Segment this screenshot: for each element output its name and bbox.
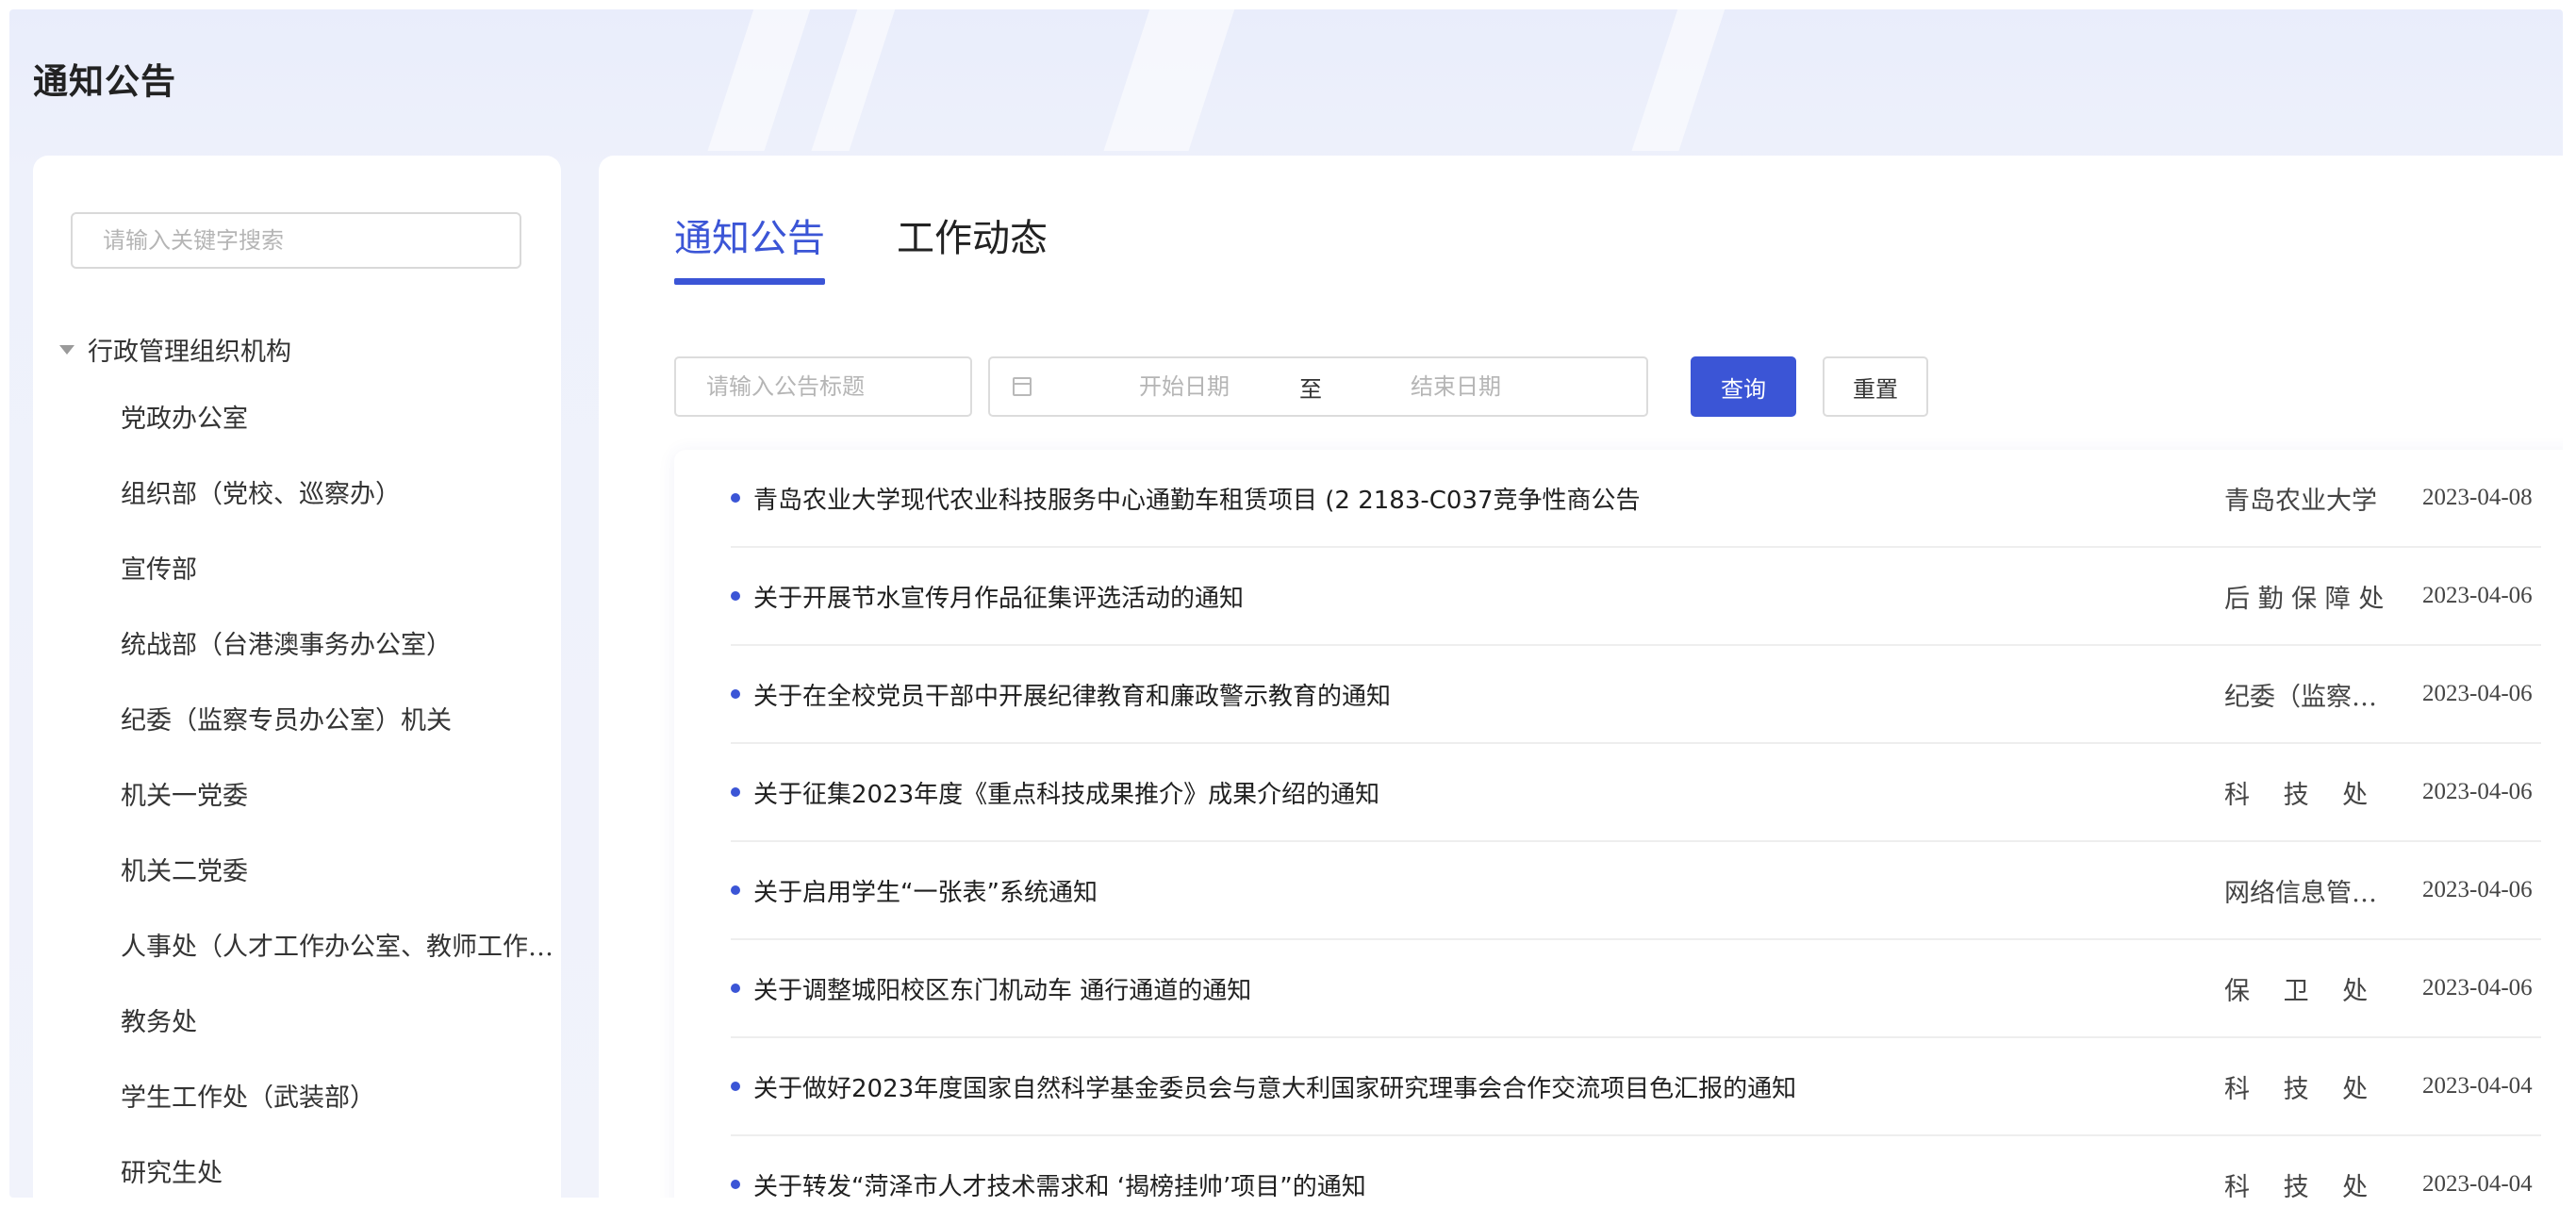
bullet-icon xyxy=(731,1082,740,1091)
bullet-icon xyxy=(731,787,740,797)
bullet-icon xyxy=(731,493,740,503)
bullet-icon xyxy=(731,591,740,601)
notice-dept: 保 卫 处 xyxy=(2224,976,2369,1006)
calendar-icon xyxy=(1013,377,1032,396)
tree-root[interactable]: 行政管理组织机构 xyxy=(56,331,291,368)
notice-list: 青岛农业大学现代农业科技服务中心通勤车租赁项目 (2 2183-C037竞争性商… xyxy=(674,450,2563,1198)
notice-title[interactable]: 青岛农业大学现代农业科技服务中心通勤车租赁项目 (2 2183-C037竞争性商… xyxy=(753,481,2224,516)
tree-item[interactable]: 纪委（监察专员办公室）机关 xyxy=(33,684,561,759)
tree-item[interactable]: 研究生处 xyxy=(33,1136,561,1198)
caret-down-icon[interactable] xyxy=(59,344,74,355)
notice-dept: 青岛农业大学 xyxy=(2224,486,2377,516)
tree-item[interactable]: 宣传部 xyxy=(33,533,561,608)
query-button[interactable]: 查询 xyxy=(1691,356,1796,417)
sidebar-panel: 行政管理组织机构 党政办公室 组织部（党校、巡察办） 宣传部 统战部（台港澳事务… xyxy=(33,156,561,1198)
notice-row[interactable]: 关于做好2023年度国家自然科学基金委员会与意大利国家研究理事会合作交流项目色汇… xyxy=(731,1038,2541,1136)
bullet-icon xyxy=(731,689,740,699)
notice-title-input[interactable] xyxy=(674,356,972,417)
bullet-icon xyxy=(731,885,740,895)
notice-title[interactable]: 关于调整城阳校区东门机动车 通行通道的通知 xyxy=(753,971,2224,1006)
notice-title[interactable]: 关于启用学生“一张表”系统通知 xyxy=(753,873,2224,908)
notice-date: 2023-04-04 xyxy=(2422,1171,2533,1197)
tree-item[interactable]: 统战部（台港澳事务办公室） xyxy=(33,608,561,684)
notice-date: 2023-04-06 xyxy=(2422,779,2533,804)
notice-date: 2023-04-06 xyxy=(2422,583,2533,608)
bullet-icon xyxy=(731,1180,740,1189)
notice-dept: 网络信息管… xyxy=(2224,878,2377,908)
tree-item[interactable]: 党政办公室 xyxy=(33,382,561,457)
page-title: 通知公告 xyxy=(33,61,176,102)
notice-dept: 纪委（监察… xyxy=(2224,682,2377,712)
tab-bar: 通知公告 工作动态 xyxy=(674,207,1119,285)
notice-row[interactable]: 关于征集2023年度《重点科技成果推介》成果介绍的通知 科 技 处 2023-0… xyxy=(731,744,2541,842)
date-separator: 至 xyxy=(1299,375,1322,403)
notice-date: 2023-04-06 xyxy=(2422,975,2533,1000)
tree-item[interactable]: 学生工作处（武装部） xyxy=(33,1061,561,1136)
notice-row[interactable]: 关于调整城阳校区东门机动车 通行通道的通知 保 卫 处 2023-04-06 xyxy=(731,940,2541,1038)
tree-item[interactable]: 机关二党委 xyxy=(33,835,561,910)
notice-date: 2023-04-06 xyxy=(2422,681,2533,706)
notice-row[interactable]: 关于开展节水宣传月作品征集评选活动的通知 后 勤 保 障 处 2023-04-0… xyxy=(731,548,2541,646)
notice-dept: 科 技 处 xyxy=(2224,1074,2369,1104)
notice-row[interactable]: 关于启用学生“一张表”系统通知 网络信息管… 2023-04-06 xyxy=(731,842,2541,940)
notice-title[interactable]: 关于征集2023年度《重点科技成果推介》成果介绍的通知 xyxy=(753,775,2224,810)
notice-dept: 后 勤 保 障 处 xyxy=(2224,584,2385,614)
notice-row[interactable]: 关于在全校党员干部中开展纪律教育和廉政警示教育的通知 纪委（监察… 2023-0… xyxy=(731,646,2541,744)
tree-item[interactable]: 人事处（人才工作办公室、教师工作… xyxy=(33,910,561,985)
notice-date: 2023-04-04 xyxy=(2422,1073,2533,1099)
notice-row[interactable]: 关于转发“菏泽市人才技术需求和 ‘揭榜挂帅’项目”的通知 科 技 处 2023-… xyxy=(731,1136,2541,1198)
tree-item[interactable]: 机关一党委 xyxy=(33,759,561,835)
tab-notices[interactable]: 通知公告 xyxy=(674,207,825,285)
sidebar-search-input[interactable] xyxy=(71,212,521,269)
notice-title[interactable]: 关于开展节水宣传月作品征集评选活动的通知 xyxy=(753,579,2224,614)
notice-date: 2023-04-06 xyxy=(2422,877,2533,902)
app-frame: 通知公告 行政管理组织机构 党政办公室 组织部（党校、巡察办） 宣传部 统战部（… xyxy=(9,9,2563,1198)
main-panel: 通知公告 工作动态 至 查询 重置 青岛农业大学现代农业科技服务中心通勤车租赁项… xyxy=(599,156,2563,1198)
notice-date: 2023-04-08 xyxy=(2422,485,2533,510)
notice-row[interactable]: 青岛农业大学现代农业科技服务中心通勤车租赁项目 (2 2183-C037竞争性商… xyxy=(731,450,2541,548)
reset-button[interactable]: 重置 xyxy=(1823,356,1928,417)
notice-title[interactable]: 关于做好2023年度国家自然科学基金委员会与意大利国家研究理事会合作交流项目色汇… xyxy=(753,1069,2224,1104)
notice-title[interactable]: 关于转发“菏泽市人才技术需求和 ‘揭榜挂帅’项目”的通知 xyxy=(753,1167,2224,1199)
header-decoration xyxy=(9,9,2563,151)
notice-title[interactable]: 关于在全校党员干部中开展纪律教育和廉政警示教育的通知 xyxy=(753,677,2224,712)
bullet-icon xyxy=(731,984,740,993)
tree-item[interactable]: 组织部（党校、巡察办） xyxy=(33,457,561,533)
date-range-picker[interactable]: 至 xyxy=(988,356,1648,417)
tree-root-label: 行政管理组织机构 xyxy=(88,338,291,367)
start-date-input[interactable] xyxy=(1088,372,1280,401)
tree-item[interactable]: 教务处 xyxy=(33,985,561,1061)
tab-work-updates[interactable]: 工作动态 xyxy=(897,207,1048,285)
tree-list: 党政办公室 组织部（党校、巡察办） 宣传部 统战部（台港澳事务办公室） 纪委（监… xyxy=(33,382,561,1198)
notice-dept: 科 技 处 xyxy=(2224,780,2369,810)
notice-dept: 科 技 处 xyxy=(2224,1172,2369,1199)
end-date-input[interactable] xyxy=(1360,372,1552,401)
